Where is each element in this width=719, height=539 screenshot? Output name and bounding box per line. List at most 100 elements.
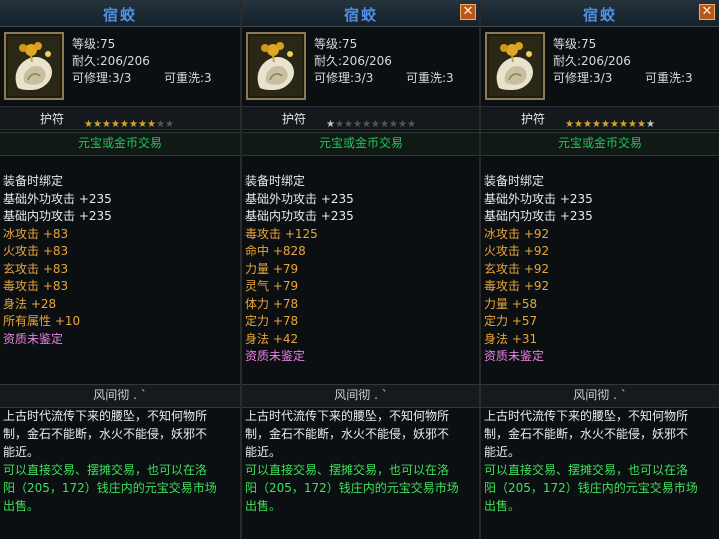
attribute-line: 体力 +78 bbox=[245, 296, 299, 311]
repair-label: 可修理: bbox=[314, 71, 355, 85]
star-icon: ★ bbox=[380, 119, 389, 130]
attribute-line: 毒攻击 +92 bbox=[484, 279, 550, 293]
star-icon: ★ bbox=[156, 119, 165, 130]
level-label: 等级: bbox=[314, 37, 343, 51]
star-icon: ★ bbox=[646, 119, 655, 130]
type-row: 护符 ★★★★★★★★★★ bbox=[0, 106, 240, 130]
repair-value: 3/3 bbox=[354, 71, 374, 85]
level-value: 75 bbox=[581, 37, 597, 51]
level-stat: 等级:75 bbox=[314, 35, 357, 52]
attribute-line: 基础外功攻击 +235 bbox=[3, 191, 112, 206]
signature-row: 风间彻 . ` bbox=[481, 384, 719, 408]
trade-note-row: 元宝或金币交易 bbox=[481, 132, 719, 156]
attribute-line: 冰攻击 +83 bbox=[3, 226, 69, 241]
repair-stat: 可修理:3/3 bbox=[314, 69, 373, 86]
item-name: 宿蛟 bbox=[343, 6, 378, 24]
item-tooltip-panel-1: 宿蛟 等级:75 耐久:206/206 可修理:3/3 可重洗:3 护符 ★★★… bbox=[0, 0, 240, 539]
attribute-line: 冰攻击 +92 bbox=[484, 226, 550, 241]
durability-value: 206/206 bbox=[342, 54, 392, 68]
attribute-line: 力量 +79 bbox=[245, 261, 299, 276]
durability-value: 206/206 bbox=[581, 54, 631, 68]
rewash-label: 可重洗: bbox=[406, 71, 447, 85]
attribute-line: 毒攻击 +125 bbox=[245, 226, 318, 241]
desc-line: 阳（205，172）钱庄内的元宝交易市场 bbox=[3, 481, 217, 495]
attribute-line: 基础内功攻击 +235 bbox=[484, 209, 593, 223]
star-icon: ★ bbox=[120, 119, 129, 130]
repair-value: 3/3 bbox=[112, 71, 132, 85]
repair-value: 3/3 bbox=[593, 71, 613, 85]
attribute-line: 玄攻击 +92 bbox=[484, 261, 550, 276]
attribute-line: 基础内功攻击 +235 bbox=[245, 209, 354, 223]
attribute-line: 身法 +28 bbox=[3, 296, 57, 311]
durability-label: 耐久: bbox=[72, 54, 101, 68]
item-tooltip-panel-2: 宿蛟 ✕ 等级:75 耐久:206/206 可修理:3/3 可重洗:3 护符 ★… bbox=[242, 0, 480, 539]
rewash-value: 3 bbox=[446, 71, 454, 85]
item-icon bbox=[485, 32, 545, 100]
title-bar: 宿蛟 bbox=[0, 0, 240, 27]
signature-row: 风间彻 . ` bbox=[0, 384, 240, 408]
star-icon: ★ bbox=[592, 119, 601, 130]
desc-line: 阳（205，172）钱庄内的元宝交易市场 bbox=[245, 481, 459, 495]
trade-note-row: 元宝或金币交易 bbox=[0, 132, 240, 156]
attribute-line: 所有属性 +10 bbox=[3, 314, 81, 328]
panel-divider bbox=[479, 0, 481, 539]
rewash-value: 3 bbox=[685, 71, 693, 85]
star-icon: ★ bbox=[574, 119, 583, 130]
star-icon: ★ bbox=[362, 119, 371, 130]
star-rating: ★★★★★★★★★★ bbox=[84, 112, 174, 130]
star-icon: ★ bbox=[102, 119, 111, 130]
signature-row: 风间彻 . ` bbox=[242, 384, 480, 408]
item-icon bbox=[246, 32, 306, 100]
star-icon: ★ bbox=[84, 119, 93, 130]
desc-line: 制，金石不能断，水火不能侵，妖邪不 bbox=[245, 427, 450, 441]
attribute-line: 命中 +828 bbox=[245, 244, 306, 258]
desc-line: 制，金石不能断，水火不能侵，妖邪不 bbox=[3, 427, 208, 441]
star-icon: ★ bbox=[583, 119, 592, 130]
rewash-value: 3 bbox=[204, 71, 212, 85]
unidentified-quality: 资质未鉴定 bbox=[3, 331, 64, 346]
star-icon: ★ bbox=[353, 119, 362, 130]
attribute-line: 基础外功攻击 +235 bbox=[484, 191, 593, 206]
close-button[interactable]: ✕ bbox=[699, 4, 715, 20]
rewash-stat: 可重洗:3 bbox=[164, 69, 212, 86]
description: 上古时代流传下来的腰坠，不知何物所 制，金石不能断，水火不能侵，妖邪不 能近。 … bbox=[245, 407, 477, 515]
item-type: 护符 bbox=[40, 112, 65, 126]
rewash-stat: 可重洗:3 bbox=[645, 69, 693, 86]
star-icon: ★ bbox=[147, 119, 156, 130]
star-icon: ★ bbox=[628, 119, 637, 130]
durability-label: 耐久: bbox=[314, 54, 343, 68]
description: 上古时代流传下来的腰坠，不知何物所 制，金石不能断，水火不能侵，妖邪不 能近。 … bbox=[3, 407, 237, 515]
desc-line: 能近。 bbox=[245, 445, 282, 459]
close-button[interactable]: ✕ bbox=[460, 4, 476, 20]
item-type: 护符 bbox=[521, 112, 546, 126]
star-icon: ★ bbox=[398, 119, 407, 130]
signature-text: 风间彻 . ` bbox=[93, 388, 147, 402]
level-value: 75 bbox=[100, 37, 116, 51]
durability-label: 耐久: bbox=[553, 54, 582, 68]
attribute-line: 基础外功攻击 +235 bbox=[245, 191, 354, 206]
bind-text: 装备时绑定 bbox=[245, 174, 306, 188]
title-bar: 宿蛟 ✕ bbox=[481, 0, 719, 27]
bind-text: 装备时绑定 bbox=[484, 174, 545, 188]
durability-stat: 耐久:206/206 bbox=[553, 52, 631, 69]
level-label: 等级: bbox=[553, 37, 582, 51]
durability-value: 206/206 bbox=[100, 54, 150, 68]
level-value: 75 bbox=[342, 37, 358, 51]
desc-line: 上古时代流传下来的腰坠，不知何物所 bbox=[3, 409, 208, 423]
attribute-line: 灵气 +79 bbox=[245, 279, 299, 293]
item-name: 宿蛟 bbox=[582, 6, 617, 24]
trade-note: 元宝或金币交易 bbox=[77, 136, 162, 150]
star-icon: ★ bbox=[335, 119, 344, 130]
level-label: 等级: bbox=[72, 37, 101, 51]
signature-text: 风间彻 . ` bbox=[573, 388, 627, 402]
unidentified-quality: 资质未鉴定 bbox=[245, 349, 306, 363]
star-icon: ★ bbox=[371, 119, 380, 130]
attribute-line: 火攻击 +83 bbox=[3, 244, 69, 258]
desc-line: 可以直接交易、摆摊交易，也可以在洛 bbox=[484, 463, 689, 477]
star-icon: ★ bbox=[565, 119, 574, 130]
desc-line: 出售。 bbox=[3, 499, 40, 513]
attribute-line: 火攻击 +92 bbox=[484, 244, 550, 258]
type-row: 护符 ★★★★★★★★★★ bbox=[242, 106, 480, 130]
attribute-line: 身法 +31 bbox=[484, 331, 538, 346]
attribute-line: 毒攻击 +83 bbox=[3, 279, 69, 293]
